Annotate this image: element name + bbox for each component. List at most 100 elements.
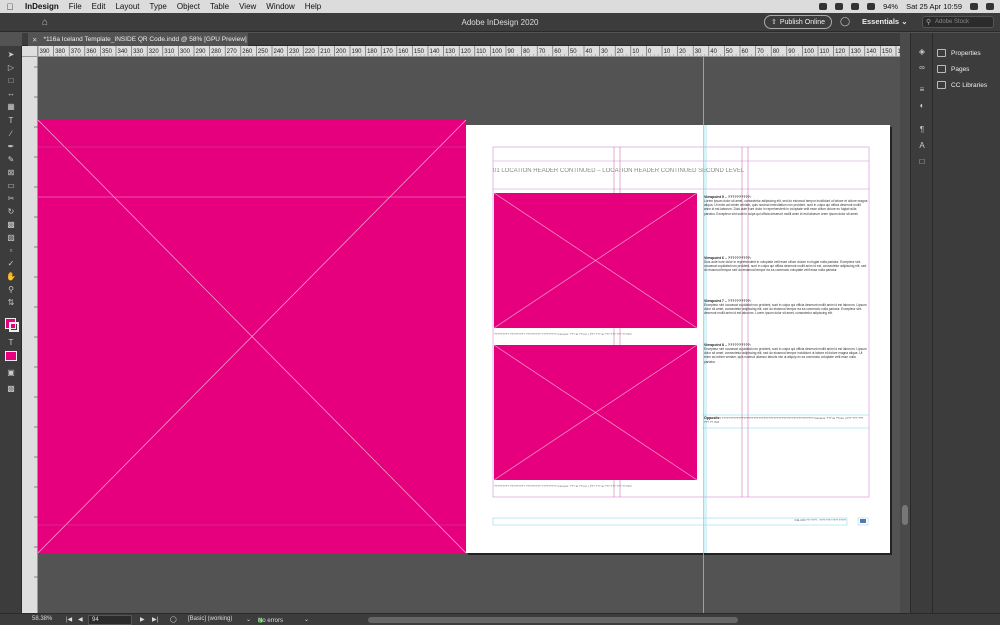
- battery-percent[interactable]: 94%: [883, 2, 898, 11]
- line-tool-icon[interactable]: ∕: [5, 129, 17, 139]
- zoom-level[interactable]: 58.38%: [32, 616, 52, 622]
- ruler-tick-label: 0: [648, 49, 652, 55]
- menu-layout[interactable]: Layout: [110, 2, 144, 11]
- dropbox-icon[interactable]: [819, 3, 828, 10]
- page-tool-icon[interactable]: □: [5, 76, 17, 86]
- menu-edit[interactable]: Edit: [87, 2, 111, 11]
- stroke-icon[interactable]: ≡: [916, 85, 928, 94]
- type-tool-icon[interactable]: T: [5, 116, 17, 126]
- publish-online-button[interactable]: ⇧ Publish Online: [764, 15, 832, 29]
- horizontal-scrollbar[interactable]: [318, 617, 900, 623]
- rectangle-frame-tool-icon[interactable]: ⊠: [5, 168, 17, 178]
- clock[interactable]: Sat 25 Apr 10:59: [906, 2, 962, 11]
- menu-file[interactable]: File: [64, 2, 87, 11]
- viewpoint-block-6[interactable]: Viewpoint 6 – ??????????: Duis aute irur…: [704, 256, 868, 273]
- preflight-label: No errors: [258, 618, 284, 624]
- location-header[interactable]: 01 LOCATION HEADER CONTINUED – LOCATION …: [493, 168, 753, 174]
- menu-help[interactable]: Help: [300, 2, 326, 11]
- cloud-icon[interactable]: [835, 3, 844, 10]
- swatches-icon[interactable]: ◐: [916, 101, 928, 110]
- pages-panel-tab[interactable]: Pages: [937, 63, 969, 75]
- page-number-field[interactable]: 94: [88, 615, 132, 625]
- home-icon[interactable]: ⌂: [42, 17, 48, 28]
- screen-mode-icon[interactable]: ▣: [5, 368, 17, 378]
- direct-selection-tool-icon[interactable]: ▷: [5, 63, 17, 73]
- right-page[interactable]: 01 LOCATION HEADER CONTINUED – LOCATION …: [466, 125, 890, 553]
- stroke-swatch[interactable]: [9, 322, 19, 332]
- status-icons: 94% Sat 25 Apr 10:59: [819, 0, 994, 13]
- apply-color-icon[interactable]: [5, 351, 17, 361]
- caption-1[interactable]: ????????? ????????? ????????? ????????? …: [494, 332, 697, 336]
- preflight-menu-chevron-icon[interactable]: ⌄: [304, 616, 309, 623]
- left-page[interactable]: [38, 120, 466, 553]
- menu-object[interactable]: Object: [172, 2, 205, 11]
- vertical-scrollbar[interactable]: [900, 33, 910, 613]
- document-tab[interactable]: ✕ *116a Iceland Template_INSIDE QR Code.…: [28, 33, 248, 46]
- cc-libraries-panel-tab[interactable]: CC Libraries: [937, 79, 987, 91]
- view-mode-icon[interactable]: ▩: [5, 384, 17, 394]
- links-icon[interactable]: ∞: [916, 63, 928, 72]
- caption-2[interactable]: ????????? ????????? ????????? ????????? …: [494, 484, 697, 488]
- character-styles-icon[interactable]: A: [916, 141, 928, 150]
- horizontal-ruler[interactable]: 390 380 370 360 350 340 330 320 310 300 290 280 270 2…: [38, 46, 910, 57]
- previous-page-icon[interactable]: ◀: [78, 616, 83, 623]
- last-page-icon[interactable]: ▶|: [152, 616, 158, 623]
- page-number-box[interactable]: [860, 519, 866, 523]
- app-menu[interactable]: InDesign: [20, 2, 64, 11]
- selection-tool-icon[interactable]: ➤: [5, 50, 17, 60]
- rectangle-tool-icon[interactable]: ▭: [5, 181, 17, 191]
- document-status-icon[interactable]: ◯: [170, 616, 177, 623]
- paragraph-styles-icon[interactable]: ¶: [916, 125, 928, 134]
- horizontal-scroll-thumb[interactable]: [368, 617, 738, 623]
- viewpoint-block-7[interactable]: Viewpoint 7 – ??????????: Excepteur sint…: [704, 299, 868, 316]
- bluetooth-icon[interactable]: [851, 3, 860, 10]
- note-tool-icon[interactable]: ▫: [5, 246, 17, 256]
- quote-block[interactable]: Opposite: ??????????????????????????????…: [704, 416, 868, 424]
- working-style-chevron-icon[interactable]: ⌄: [246, 616, 251, 623]
- workspace-switcher[interactable]: Essentials ⌄: [862, 17, 907, 26]
- zoom-tool-icon[interactable]: ⚲: [5, 285, 17, 295]
- image-frame-1[interactable]: [493, 192, 698, 329]
- vertical-ruler[interactable]: [22, 57, 38, 613]
- menu-table[interactable]: Table: [205, 2, 234, 11]
- working-style[interactable]: [Basic] (working): [188, 616, 232, 622]
- scissors-tool-icon[interactable]: ✂: [5, 194, 17, 204]
- menu-type[interactable]: Type: [145, 2, 172, 11]
- properties-panel-tab[interactable]: Properties: [937, 47, 981, 59]
- apple-icon[interactable]: : [0, 2, 20, 12]
- viewpoint-block-5[interactable]: Viewpoint 5 – ??????????: Lorem ipsum do…: [704, 195, 868, 216]
- layers-icon[interactable]: ◈: [916, 47, 928, 56]
- ruler-origin[interactable]: [22, 46, 38, 57]
- formatting-affects-text-icon[interactable]: T: [5, 338, 17, 348]
- pen-tool-icon[interactable]: ✒: [5, 142, 17, 152]
- search-placeholder: Adobe Stock: [935, 19, 970, 25]
- footer-text[interactable]: ICELAND ??? ???? · ???? ???? ???? ?????: [736, 519, 846, 522]
- object-styles-icon[interactable]: □: [916, 157, 928, 166]
- content-collector-icon[interactable]: ▦: [5, 102, 17, 112]
- swap-colors-icon[interactable]: ⇅: [5, 298, 17, 308]
- hand-tool-icon[interactable]: ✋: [5, 272, 17, 282]
- wifi-icon[interactable]: [867, 3, 876, 10]
- viewpoint-block-8[interactable]: Viewpoint 8 – ??????????: Excepteur sint…: [704, 343, 868, 364]
- menu-view[interactable]: View: [234, 2, 261, 11]
- document-canvas[interactable]: 01 LOCATION HEADER CONTINUED – LOCATION …: [38, 57, 900, 613]
- gradient-swatch-tool-icon[interactable]: ▩: [5, 220, 17, 230]
- scroll-thumb[interactable]: [902, 505, 908, 525]
- next-page-icon[interactable]: ▶: [140, 616, 145, 623]
- adobe-stock-search[interactable]: ⚲ Adobe Stock: [922, 16, 994, 28]
- pencil-tool-icon[interactable]: ✎: [5, 155, 17, 165]
- free-transform-tool-icon[interactable]: ↻: [5, 207, 17, 217]
- lightbulb-icon[interactable]: ◯: [840, 16, 850, 27]
- search-icon[interactable]: [970, 3, 978, 10]
- close-icon[interactable]: ✕: [32, 36, 37, 44]
- first-page-icon[interactable]: |◀: [66, 616, 72, 623]
- gap-tool-icon[interactable]: ↔: [5, 89, 17, 99]
- image-frame-1-cross: [493, 192, 698, 329]
- image-frame-2[interactable]: [493, 344, 698, 481]
- menu-window[interactable]: Window: [261, 2, 299, 11]
- eyedropper-tool-icon[interactable]: ✓: [5, 259, 17, 269]
- ruler-tick-label: 190: [352, 49, 363, 55]
- menu-list-icon[interactable]: [986, 3, 994, 10]
- ruler-tick-label: 170: [383, 49, 394, 55]
- gradient-feather-tool-icon[interactable]: ▨: [5, 233, 17, 243]
